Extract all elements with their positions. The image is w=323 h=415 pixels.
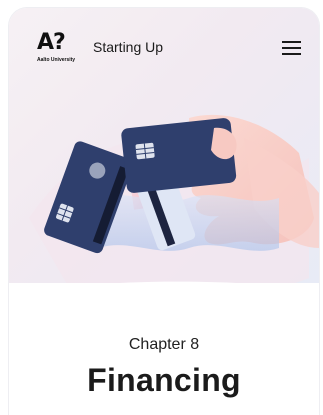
logo-subtitle: Aalto University — [37, 57, 76, 63]
logo-mark: A? — [37, 30, 66, 55]
chapter-label: Chapter 8 — [128, 336, 200, 353]
hamburger-menu-icon[interactable] — [280, 38, 304, 56]
app-frame: A? Aalto University Starting Up Chapter … — [9, 8, 319, 415]
aalto-logo[interactable]: A? Aalto University — [37, 32, 81, 64]
header: A? Aalto University Starting Up — [9, 8, 319, 88]
page-title[interactable]: Starting Up — [93, 39, 163, 55]
chapter-title: Financing — [87, 362, 241, 398]
